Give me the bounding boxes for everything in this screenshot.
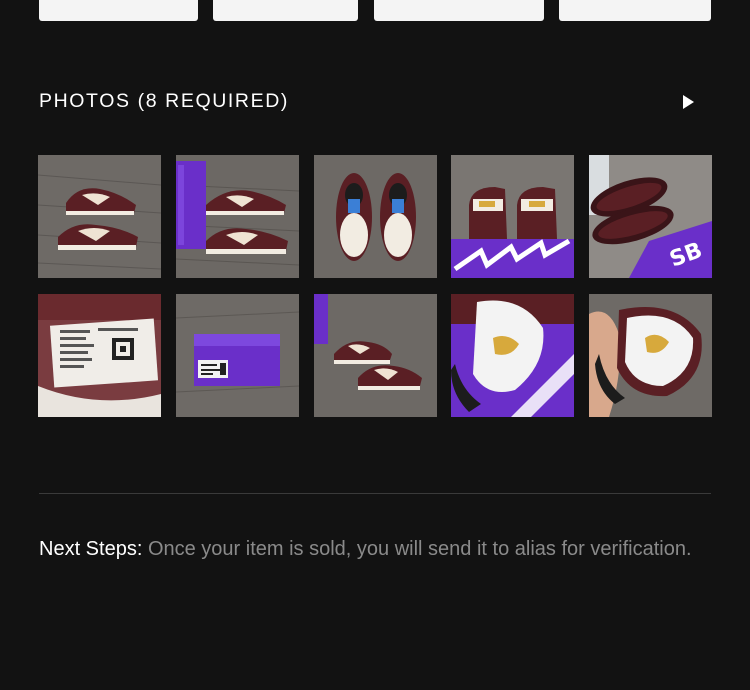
- photo-size-tag[interactable]: [38, 294, 161, 417]
- next-steps-label: Next Steps:: [39, 538, 143, 560]
- next-steps-description: Once your item is sold, you will send it…: [142, 538, 692, 560]
- photos-section-title: PHOTOS (8 REQUIRED): [39, 90, 289, 112]
- photo-pair-top-view[interactable]: [314, 155, 437, 278]
- photo-pair-with-purple-box[interactable]: [176, 155, 299, 278]
- photos-section-header: PHOTOS (8 REQUIRED): [39, 89, 711, 115]
- photo-box-label[interactable]: [176, 294, 299, 417]
- play-right-icon[interactable]: [679, 93, 697, 111]
- photo-pair-on-box-lid[interactable]: [314, 294, 437, 417]
- photo-insole-logo[interactable]: [451, 294, 574, 417]
- photo-grid: SB: [38, 155, 712, 417]
- photo-heels-on-box[interactable]: [451, 155, 574, 278]
- top-option-card-4[interactable]: [559, 0, 711, 21]
- next-steps-text: Next Steps: Once your item is sold, you …: [39, 532, 699, 566]
- top-option-cards: [0, 0, 750, 22]
- photo-soles-on-box[interactable]: SB: [589, 155, 712, 278]
- top-option-card-1[interactable]: [39, 0, 198, 21]
- section-divider: [39, 493, 711, 494]
- photo-pair-side-wood-floor[interactable]: [38, 155, 161, 278]
- top-option-card-3[interactable]: [374, 0, 544, 21]
- photo-insole-in-hand[interactable]: [589, 294, 712, 417]
- top-option-card-2[interactable]: [213, 0, 358, 21]
